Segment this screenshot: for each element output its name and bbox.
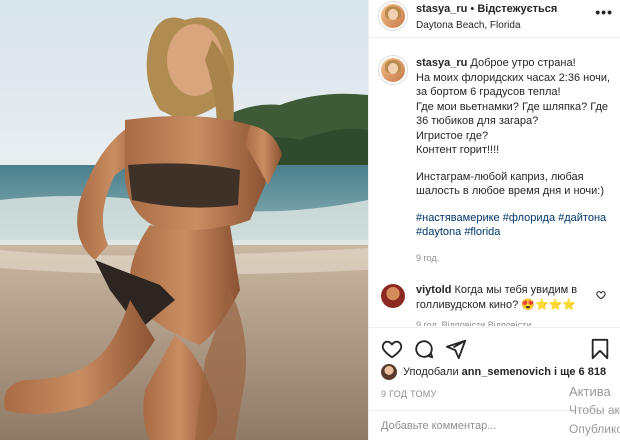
commenter-username[interactable]: viytold (416, 284, 451, 296)
caption-paragraph-2: Инстаграм-любой каприз, любая шалость в … (416, 170, 604, 198)
caption-username[interactable]: stasya_ru (416, 57, 467, 69)
author-avatar[interactable] (379, 2, 407, 30)
post-header: stasya_ru • Відстежується Daytona Beach,… (369, 0, 620, 38)
commenter-avatar[interactable] (381, 284, 405, 308)
likes-text[interactable]: Уподобали ann_semenovich і ще 6 818 (403, 366, 606, 378)
likes-count[interactable]: і ще 6 818 (551, 366, 606, 378)
more-horizontal-icon[interactable]: ••• (595, 4, 613, 20)
follow-status-button[interactable]: Відстежується (477, 3, 557, 15)
comment-like-heart-icon[interactable] (596, 290, 606, 300)
liker-username[interactable]: ann_semenovich (462, 366, 551, 378)
author-username[interactable]: stasya_ru (416, 3, 467, 15)
caption-timestamp: 9 год. (416, 253, 440, 263)
post-timestamp: 9 ГОД ТОМУ (381, 389, 437, 399)
post-location[interactable]: Daytona Beach, Florida (416, 20, 521, 31)
watermark-line-2: Чтобы ак (569, 403, 620, 417)
share-icon[interactable] (445, 338, 467, 360)
caption-paragraph-1: Доброе утро страна! На моих флоридских ч… (416, 57, 611, 156)
watermark-line-3: Опубликовать (569, 422, 620, 436)
caption-author-avatar[interactable] (379, 56, 407, 84)
watermark-line-1: Актива (569, 384, 611, 399)
os-activation-watermark: Актива Чтобы ак Опубликовать (569, 382, 620, 439)
post-photo[interactable] (0, 0, 368, 440)
bookmark-icon[interactable] (589, 338, 611, 360)
likes-prefix: Уподобали (403, 366, 462, 378)
post-sidebar: stasya_ru • Відстежується Daytona Beach,… (368, 0, 620, 440)
heart-icon[interactable] (381, 338, 403, 360)
caption-hashtags[interactable]: #настявамерике #флорида #дайтона #dayton… (416, 211, 614, 240)
comment-meta: 9 год. Відповісти Відповісти (416, 320, 532, 326)
beach-photo-image (0, 0, 368, 440)
separator-dot: • (467, 3, 478, 15)
likes-summary: Уподобали ann_semenovich і ще 6 818 (369, 362, 620, 382)
post-caption: stasya_ru Доброе утро страна! На моих фло… (416, 56, 614, 240)
liker-avatar[interactable] (381, 364, 397, 380)
author-line: stasya_ru • Відстежується (416, 3, 557, 15)
comment-item: viytold Когда мы тебя увидим в голливудск… (416, 283, 592, 312)
comment-icon[interactable] (413, 338, 435, 360)
add-comment-input[interactable]: Добавьте комментар... (381, 420, 496, 432)
